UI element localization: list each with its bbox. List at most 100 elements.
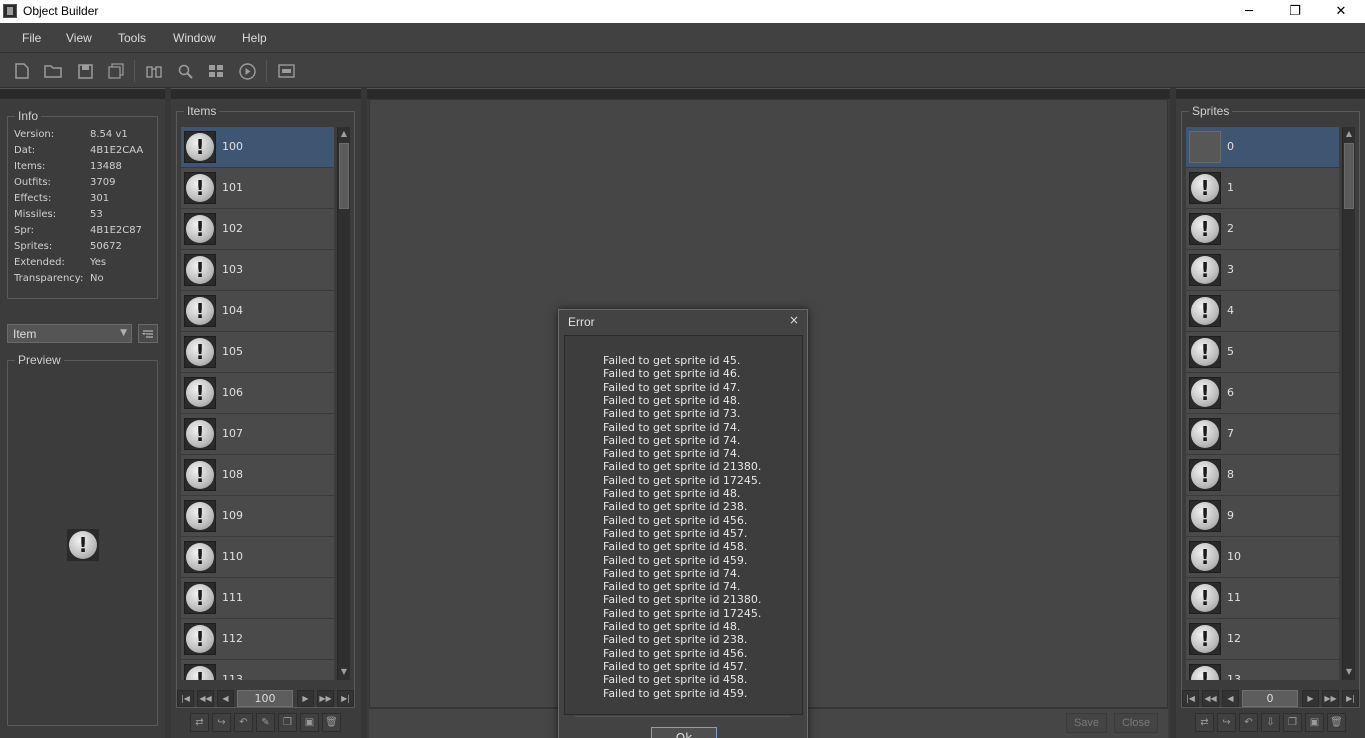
list-item[interactable]: ! 6 — [1186, 373, 1339, 414]
list-item[interactable]: ! 3 — [1186, 250, 1339, 291]
list-item[interactable]: ! 1 — [1186, 168, 1339, 209]
warning-icon: ! — [1191, 174, 1219, 202]
list-item[interactable]: ! 2 — [1186, 209, 1339, 250]
menu-help[interactable]: Help — [242, 31, 267, 45]
list-item[interactable]: ! 113 — [181, 660, 334, 680]
new-sprite-icon[interactable]: ▣ — [1305, 713, 1324, 732]
last-page-icon[interactable]: ▶| — [337, 690, 354, 707]
find-icon[interactable] — [176, 62, 194, 80]
warning-icon: ! — [1191, 256, 1219, 284]
items-page-field[interactable]: 100 — [237, 690, 293, 707]
delete-icon[interactable]: 🗑 — [322, 713, 341, 732]
error-message-line: Failed to get sprite id 45. — [603, 354, 741, 367]
list-item[interactable]: ! 7 — [1186, 414, 1339, 455]
ok-button[interactable]: Ok — [651, 727, 717, 738]
last-page-icon[interactable]: ▶| — [1342, 690, 1359, 707]
list-item[interactable]: ! 109 — [181, 496, 334, 537]
list-item[interactable]: ! 102 — [181, 209, 334, 250]
list-item[interactable]: ! 4 — [1186, 291, 1339, 332]
menu-tools[interactable]: Tools — [118, 31, 146, 45]
menu-window[interactable]: Window — [173, 31, 216, 45]
list-item[interactable]: 0 — [1186, 127, 1339, 168]
list-item[interactable]: ! 11 — [1186, 578, 1339, 619]
scroll-up-icon[interactable]: ▲ — [338, 127, 350, 141]
category-select[interactable]: Item ▼ — [7, 324, 132, 343]
menu-file[interactable]: File — [22, 31, 41, 45]
list-item[interactable]: ! 106 — [181, 373, 334, 414]
warning-icon: ! — [186, 215, 214, 243]
export-icon[interactable]: ↪ — [1217, 713, 1236, 732]
maximize-button[interactable]: ❐ — [1272, 0, 1318, 23]
list-item[interactable]: ! 110 — [181, 537, 334, 578]
error-message-line: Failed to get sprite id 21380. — [603, 593, 762, 607]
warning-icon: ! — [186, 543, 214, 571]
list-item[interactable]: ! 108 — [181, 455, 334, 496]
sprite-id: 3 — [1227, 263, 1234, 276]
save-icon[interactable] — [76, 62, 94, 80]
log-window-icon[interactable] — [277, 62, 295, 80]
items-scrollbar[interactable]: ▲ ▼ — [337, 127, 350, 680]
sprite-grid-icon[interactable] — [207, 62, 225, 80]
next-icon[interactable]: ▶ — [1302, 690, 1319, 707]
close-icon[interactable]: × — [789, 313, 799, 327]
list-item[interactable]: ! 12 — [1186, 619, 1339, 660]
scroll-thumb[interactable] — [339, 143, 349, 209]
category-options-button[interactable] — [138, 324, 158, 343]
save-all-icon[interactable] — [107, 62, 125, 80]
compile-icon[interactable] — [145, 62, 163, 80]
duplicate-icon[interactable]: ❐ — [278, 713, 297, 732]
first-page-icon[interactable]: |◀ — [1182, 690, 1199, 707]
next-icon[interactable]: ▶ — [297, 690, 314, 707]
edit-icon[interactable]: ✎ — [256, 713, 275, 732]
delete-icon[interactable]: 🗑 — [1327, 713, 1346, 732]
first-page-icon[interactable]: |◀ — [177, 690, 194, 707]
scroll-down-icon[interactable]: ▼ — [1343, 665, 1355, 679]
sprites-page-field[interactable]: 0 — [1242, 690, 1298, 707]
sprites-scrollbar[interactable]: ▲ ▼ — [1342, 127, 1355, 680]
sprites-list[interactable]: 0 ! 1 ! 2 ! 3 ! 4 ! 5 ! 6 ! 7 ! 8 ! 9 ! 10 ! 11 ! 12… — [1186, 127, 1342, 680]
list-item[interactable]: ! 100 — [181, 127, 334, 168]
prev-icon[interactable]: ◀ — [217, 690, 234, 707]
import-icon[interactable]: ⇩ — [1261, 713, 1280, 732]
close-button[interactable]: Close — [1114, 713, 1158, 733]
items-list[interactable]: ! 100 ! 101 ! 102 ! 103 ! 104 ! 105 ! 106 ! 107 … — [181, 127, 337, 680]
scroll-up-icon[interactable]: ▲ — [1343, 127, 1355, 141]
minimize-button[interactable]: ─ — [1226, 0, 1272, 23]
list-item[interactable]: ! 8 — [1186, 455, 1339, 496]
close-window-button[interactable]: ✕ — [1318, 0, 1364, 23]
new-item-icon[interactable]: ▣ — [300, 713, 319, 732]
list-item[interactable]: ! 5 — [1186, 332, 1339, 373]
error-message-line: Failed to get sprite id 74. — [603, 433, 741, 447]
play-animation-icon[interactable] — [238, 62, 256, 80]
new-file-icon[interactable] — [13, 62, 31, 80]
list-item[interactable]: ! 107 — [181, 414, 334, 455]
prev-fast-icon[interactable]: ◀◀ — [197, 690, 214, 707]
next-fast-icon[interactable]: ▶▶ — [1322, 690, 1339, 707]
replace-icon[interactable]: ⇄ — [1195, 713, 1214, 732]
list-item[interactable]: ! 104 — [181, 291, 334, 332]
scroll-thumb[interactable] — [1344, 143, 1354, 209]
open-folder-icon[interactable] — [44, 62, 62, 80]
undo-icon[interactable]: ↶ — [1239, 713, 1258, 732]
item-id: 109 — [222, 509, 243, 522]
warning-icon: ! — [186, 420, 214, 448]
list-item[interactable]: ! 13 — [1186, 660, 1339, 680]
save-button[interactable]: Save — [1066, 713, 1107, 733]
list-item[interactable]: ! 105 — [181, 332, 334, 373]
menu-view[interactable]: View — [66, 31, 92, 45]
list-item[interactable]: ! 111 — [181, 578, 334, 619]
prev-icon[interactable]: ◀ — [1222, 690, 1239, 707]
item-id: 101 — [222, 181, 243, 194]
list-item[interactable]: ! 103 — [181, 250, 334, 291]
export-icon[interactable]: ↪ — [212, 713, 231, 732]
next-fast-icon[interactable]: ▶▶ — [317, 690, 334, 707]
undo-icon[interactable]: ↶ — [234, 713, 253, 732]
duplicate-icon[interactable]: ❐ — [1283, 713, 1302, 732]
list-item[interactable]: ! 112 — [181, 619, 334, 660]
scroll-down-icon[interactable]: ▼ — [338, 665, 350, 679]
replace-icon[interactable]: ⇄ — [190, 713, 209, 732]
list-item[interactable]: ! 9 — [1186, 496, 1339, 537]
list-item[interactable]: ! 101 — [181, 168, 334, 209]
list-item[interactable]: ! 10 — [1186, 537, 1339, 578]
prev-fast-icon[interactable]: ◀◀ — [1202, 690, 1219, 707]
